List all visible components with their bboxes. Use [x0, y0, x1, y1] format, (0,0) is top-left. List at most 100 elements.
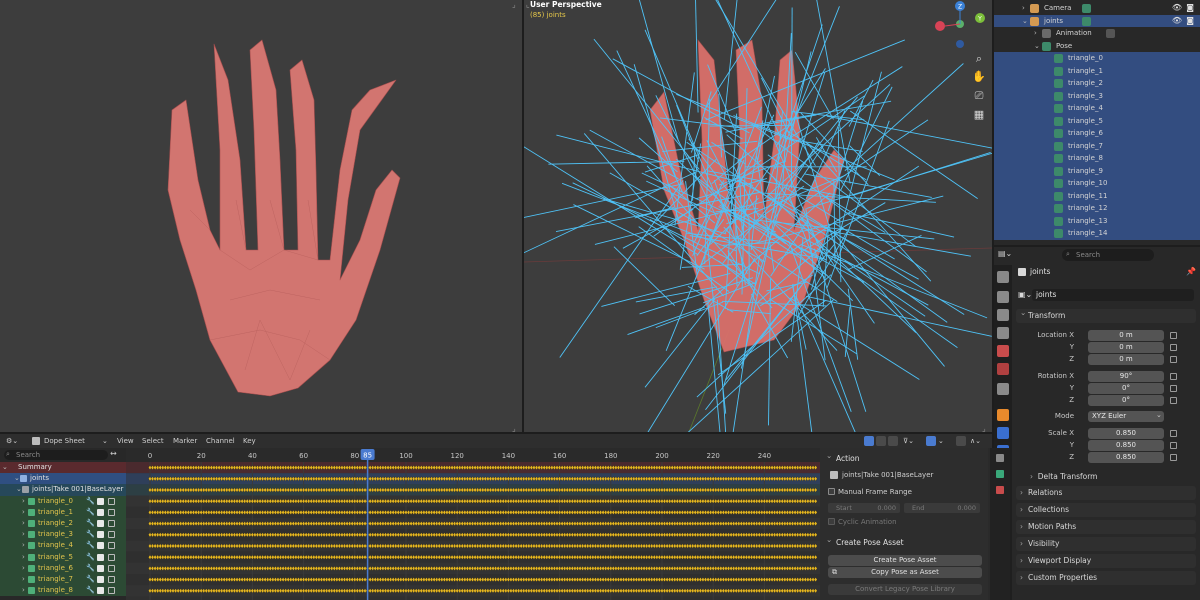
wrench-icon[interactable]: 🔧 — [86, 496, 95, 507]
properties-section-relations[interactable]: Relations — [1016, 486, 1196, 500]
expand-arrow-icon[interactable]: ⌄ — [14, 473, 20, 484]
area-corner-icon[interactable]: ⌟ — [512, 0, 520, 9]
wrench-icon[interactable]: 🔧 — [86, 574, 95, 585]
wrench-icon[interactable]: 🔧 — [86, 585, 95, 596]
manual-frame-range-checkbox[interactable] — [828, 488, 835, 495]
delta-transform-header[interactable]: › Delta Transform — [1030, 472, 1097, 481]
expand-arrow-icon[interactable]: › — [22, 540, 25, 551]
outliner-item-bone[interactable]: triangle_11 — [994, 189, 1200, 202]
dope-sheet-timeline[interactable]: 0 20 40 60 80 100 120 140 160 180 200 220 240 85 — [126, 448, 820, 600]
wrench-icon[interactable]: 🔧 — [86, 529, 95, 540]
properties-section-motion-paths[interactable]: Motion Paths — [1016, 520, 1196, 534]
scale-y-field[interactable]: 0.850 — [1088, 440, 1164, 451]
properties-section-visibility[interactable]: Visibility — [1016, 537, 1196, 551]
outliner-item-animation[interactable]: › Animation — [994, 27, 1200, 40]
menu-marker[interactable]: Marker — [173, 434, 197, 448]
eye-icon[interactable]: 👁 — [1172, 15, 1182, 28]
expand-arrow-icon[interactable]: › — [22, 518, 25, 529]
channel-bone[interactable]: › triangle_7 🔧 — [0, 574, 126, 586]
wrench-icon[interactable]: 🔧 — [86, 540, 95, 551]
object-tab-icon[interactable] — [997, 409, 1009, 421]
collapse-arrow-icon[interactable]: ⌄ — [1034, 40, 1040, 53]
channel-object[interactable]: ⌄ joints — [0, 473, 126, 485]
channel-summary[interactable]: ⌄ Summary — [0, 462, 126, 474]
properties-editor[interactable]: ▤⌄ Search ⌕ joints 📌 ▣⌄ joints Transform… — [994, 247, 1200, 600]
create-pose-asset-panel-header[interactable]: Create Pose Asset — [824, 533, 984, 549]
lock-icon[interactable] — [108, 497, 115, 505]
expand-arrow-icon[interactable]: › — [1034, 27, 1037, 40]
channel-bone[interactable]: › triangle_8 🔧 — [0, 585, 126, 597]
properties-section-collections[interactable]: Collections — [1016, 503, 1196, 517]
outliner-item-bone[interactable]: triangle_1 — [994, 64, 1200, 77]
lock-icon[interactable] — [108, 542, 115, 550]
properties-section-viewport-display[interactable]: Viewport Display — [1016, 554, 1196, 568]
checkbox-icon[interactable] — [97, 587, 104, 595]
lock-icon[interactable] — [1170, 344, 1177, 351]
channel-bone[interactable]: › triangle_3 🔧 — [0, 529, 126, 541]
pan-hand-icon[interactable]: ✋ — [972, 70, 986, 84]
outliner-item-bone[interactable]: triangle_10 — [994, 177, 1200, 190]
expand-arrow-icon[interactable]: › — [1022, 2, 1025, 15]
channel-bone[interactable]: › triangle_1 🔧 — [0, 506, 126, 518]
lock-icon[interactable] — [108, 520, 115, 527]
rotation-mode-dropdown[interactable]: XYZ Euler — [1088, 411, 1164, 422]
view-layer-tab-icon[interactable] — [997, 327, 1009, 339]
area-corner-icon[interactable]: ⌟ — [512, 424, 520, 432]
cyclic-animation-checkbox[interactable] — [828, 518, 835, 525]
lock-icon[interactable] — [108, 531, 115, 539]
menu-key[interactable]: Key — [243, 434, 256, 448]
action-sidebar[interactable]: Action joints|Take 001|BaseLayer Manual … — [820, 448, 988, 600]
show-hidden-icon[interactable] — [876, 436, 886, 446]
scale-x-field[interactable]: 0.850 — [1088, 428, 1164, 439]
channel-bone[interactable]: › triangle_0 🔧 — [0, 495, 126, 507]
action-panel-header[interactable]: Action — [824, 449, 984, 465]
outliner-item-joints[interactable]: ⌄ joints 👁 ◙ — [994, 14, 1200, 28]
collection-tab-icon[interactable] — [997, 383, 1009, 395]
properties-search-input[interactable]: Search — [1062, 249, 1154, 261]
output-tab-icon[interactable] — [997, 309, 1009, 321]
action-name[interactable]: joints|Take 001|BaseLayer — [842, 470, 933, 480]
collapse-arrow-icon[interactable]: ⌄ — [1022, 15, 1028, 28]
checkbox-icon[interactable] — [97, 531, 104, 539]
transform-panel-header[interactable]: Transform — [1016, 306, 1196, 323]
action-tab-icon[interactable] — [996, 470, 1004, 478]
lock-icon[interactable] — [1170, 332, 1177, 339]
dope-sheet-editor[interactable]: ⚙⌄ Dope Sheet ⌄ View Select Marker Chann… — [0, 434, 992, 600]
scene-tab-icon[interactable] — [997, 345, 1009, 357]
location-x-field[interactable]: 0 m — [1088, 330, 1164, 341]
lock-icon[interactable] — [108, 508, 115, 516]
navigation-gizmo[interactable]: Z Y — [932, 0, 992, 52]
outliner-item-bone[interactable]: triangle_4 — [994, 102, 1200, 115]
outliner-item-bone[interactable]: triangle_3 — [994, 89, 1200, 102]
outliner-item-bone[interactable]: triangle_5 — [994, 114, 1200, 127]
expand-arrow-icon[interactable]: › — [22, 563, 25, 574]
expand-arrow-icon[interactable]: › — [22, 496, 25, 507]
menu-select[interactable]: Select — [142, 434, 164, 448]
modifier-tab-icon[interactable] — [997, 427, 1009, 439]
checkbox-icon[interactable] — [97, 520, 104, 527]
wrench-icon[interactable]: 🔧 — [86, 552, 95, 563]
expand-arrow-icon[interactable]: › — [22, 552, 25, 563]
wrench-icon[interactable]: 🔧 — [86, 518, 95, 529]
rotation-y-field[interactable]: 0° — [1088, 383, 1164, 394]
end-frame-field[interactable]: End 0.000 — [904, 503, 980, 513]
lock-icon[interactable] — [1170, 442, 1177, 449]
outliner-item-bone[interactable]: triangle_9 — [994, 164, 1200, 177]
lock-icon[interactable] — [1170, 385, 1177, 392]
copy-pose-as-asset-button[interactable]: Copy Pose as Asset — [828, 567, 982, 578]
outliner-item-bone[interactable]: triangle_8 — [994, 152, 1200, 165]
area-corner-icon[interactable]: ⌟ — [982, 424, 990, 432]
channel-action[interactable]: ⌄ joints|Take 001|BaseLayer — [0, 484, 126, 496]
lock-icon[interactable] — [1170, 454, 1177, 461]
editor-type-icon[interactable]: ⚙⌄ — [6, 434, 18, 448]
checkbox-icon[interactable] — [97, 564, 104, 572]
outliner-item-bone[interactable]: triangle_6 — [994, 127, 1200, 140]
lock-icon[interactable] — [1170, 356, 1177, 363]
grid-view-icon[interactable]: ▦ — [972, 108, 986, 122]
camera-view-icon[interactable]: ⎚ — [972, 89, 986, 103]
convert-legacy-pose-library-button[interactable]: Convert Legacy Pose Library — [828, 584, 982, 595]
viewport-right[interactable]: User Perspective (85) joints Z Y ⌕ ✋ ⎚ ▦… — [524, 0, 992, 432]
lock-icon[interactable] — [1170, 397, 1177, 404]
create-pose-asset-button[interactable]: Create Pose Asset — [828, 555, 982, 566]
render-tab-icon[interactable] — [997, 291, 1009, 303]
